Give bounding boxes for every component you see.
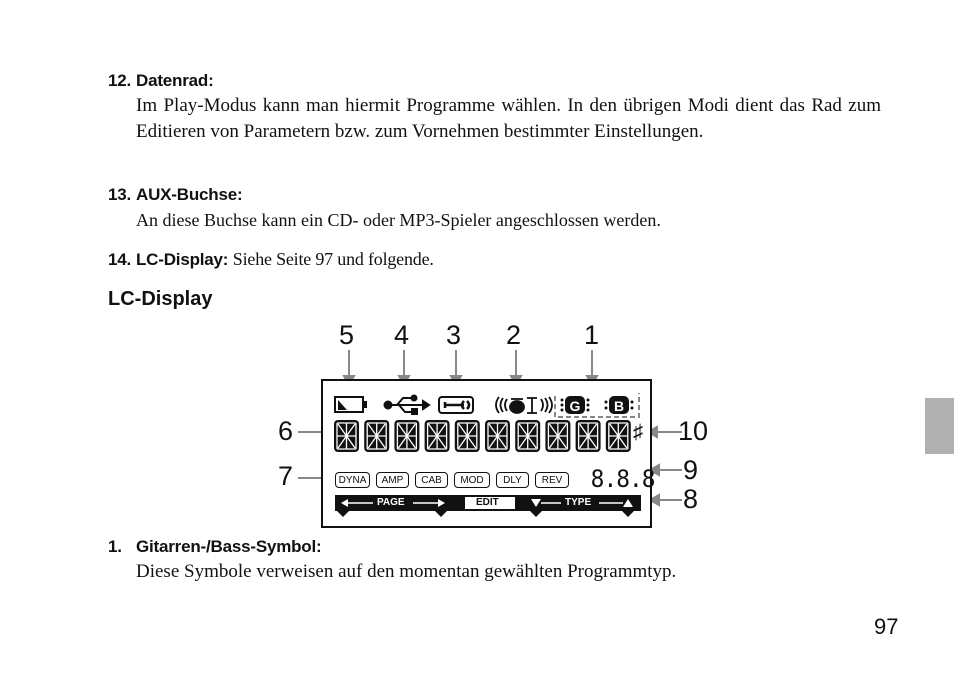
type-up-arrow-icon [623, 499, 633, 507]
edit-label: EDIT [476, 497, 499, 508]
lcd-display: G B ♯ DYNA AMP CAB MOD DLY REV 8.8.8 PAG… [321, 379, 656, 528]
segment-digit [605, 420, 631, 452]
callout-6: 6 [278, 416, 294, 446]
callout-4: 4 [394, 320, 410, 350]
callout-9: 9 [683, 455, 699, 485]
item-12-body: Im Play-Modus kann man hiermit Programme… [136, 95, 881, 142]
segment-digit [424, 420, 450, 452]
battery-icon [334, 396, 367, 413]
mode-mod: MOD [454, 472, 490, 488]
segment-digit [515, 420, 541, 452]
drum-icon [495, 396, 553, 414]
guitar-letter: G [570, 398, 581, 414]
section-title: LC-Display [108, 288, 213, 310]
item-number: 12. [108, 71, 132, 90]
callout-5: 5 [339, 320, 355, 350]
arrow-8 [647, 493, 682, 507]
arrow-10 [645, 425, 682, 439]
item-title: Datenrad: [136, 71, 214, 90]
mode-cab: CAB [415, 472, 448, 488]
mode-dly: DLY [496, 472, 529, 488]
item-number: 14. [108, 250, 132, 269]
item-13-heading: 13. AUX-Buchse: [108, 185, 243, 205]
item-14-body: Siehe Seite 97 und folgende. [232, 249, 434, 269]
callout-1: 1 [584, 320, 600, 350]
bass-b-icon: B [604, 396, 634, 414]
item-title: LC-Display: [136, 250, 229, 269]
callout-8: 8 [683, 484, 699, 514]
sharp-indicator: ♯ [633, 421, 643, 443]
page-number: 97 [874, 614, 899, 639]
callout-2: 2 [506, 320, 522, 350]
page-label: PAGE [377, 497, 405, 508]
item-title: Gitarren-/Bass-Symbol: [136, 537, 322, 556]
segment-digit [545, 420, 571, 452]
lcd-icon-row: G B [334, 393, 640, 418]
item-13-body: An diese Buchse kann ein CD- oder MP3-Sp… [136, 210, 661, 230]
type-label: TYPE [565, 497, 592, 508]
item-12-heading: 12. Datenrad: [108, 71, 214, 91]
wrench-icon [438, 396, 474, 414]
mode-dyna: DYNA [335, 472, 370, 488]
page-left-arrow-icon [341, 499, 348, 507]
item-title: AUX-Buchse: [136, 185, 243, 204]
numeric-display: 8.8.8 [590, 465, 656, 493]
segment-digit [364, 420, 390, 452]
segment-digit [394, 420, 420, 452]
callout-7: 7 [278, 461, 294, 491]
chapter-tab [925, 398, 954, 454]
segment-digit [454, 420, 480, 452]
item-1-body: Diese Symbole verweisen auf den momentan… [136, 561, 677, 582]
segment-display [334, 420, 631, 452]
item-number: 1. [108, 537, 122, 556]
mode-rev: REV [535, 472, 569, 488]
arrow-9 [647, 463, 682, 477]
segment-digit [334, 420, 359, 452]
item-1-heading: 1. Gitarren-/Bass-Symbol: [108, 537, 322, 557]
page-bar: PAGE EDIT TYPE [335, 495, 641, 517]
usb-icon [383, 394, 431, 415]
item-number: 13. [108, 185, 132, 204]
callout-3: 3 [446, 320, 462, 350]
type-down-arrow-icon [531, 499, 541, 507]
item-14-heading: 14. LC-Display: Siehe Seite 97 und folgen… [108, 249, 434, 270]
segment-digit [485, 420, 510, 452]
guitar-g-icon: G [560, 396, 590, 414]
page-right-arrow-icon [438, 499, 445, 507]
bass-letter: B [614, 398, 624, 414]
segment-digit [575, 420, 601, 452]
mode-amp: AMP [376, 472, 409, 488]
